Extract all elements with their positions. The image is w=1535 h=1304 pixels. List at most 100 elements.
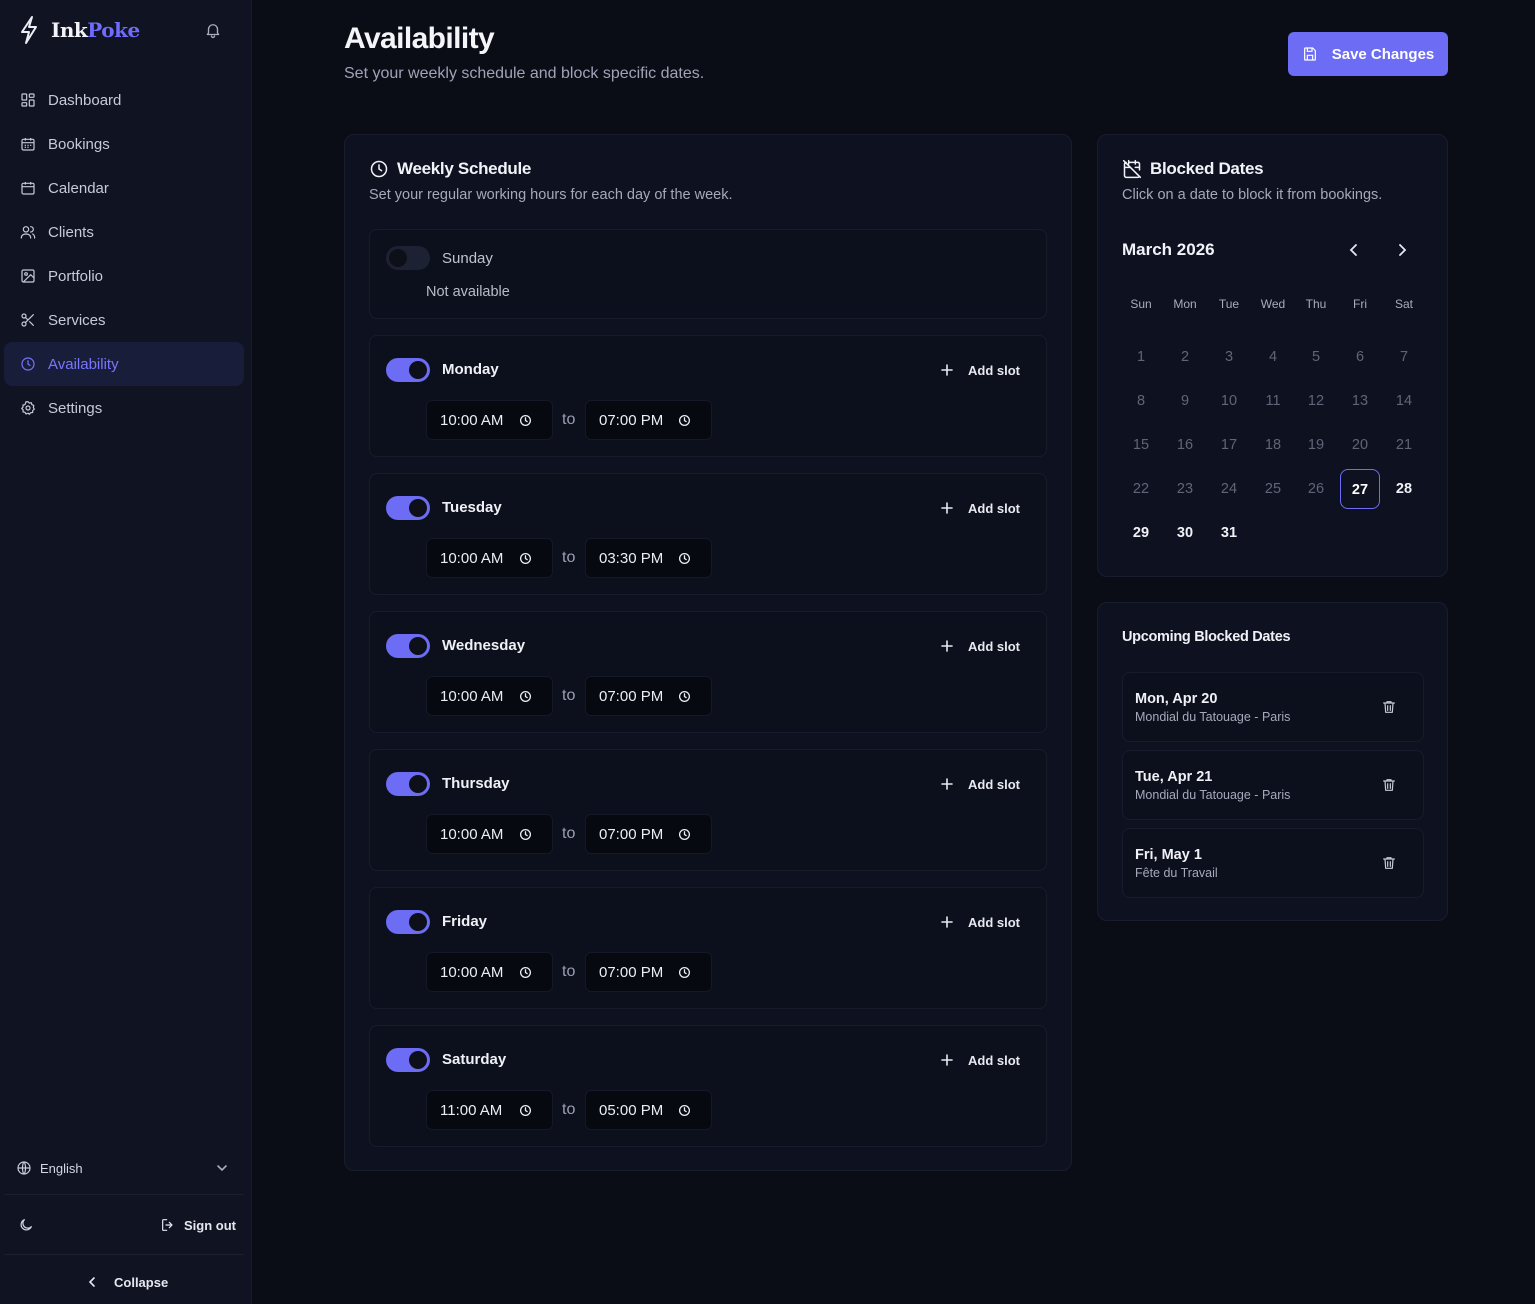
sidebar-item-portfolio[interactable]: Portfolio xyxy=(4,254,244,298)
toggle-knob xyxy=(409,361,427,379)
add-slot-label: Add slot xyxy=(968,1052,1020,1068)
start-time-input[interactable]: 11:00 AM xyxy=(426,1090,553,1130)
trash-icon[interactable] xyxy=(1381,855,1397,871)
bell-icon[interactable] xyxy=(204,21,222,39)
day-toggle-wednesday[interactable] xyxy=(386,634,430,658)
sidebar-item-label: Availability xyxy=(48,355,119,373)
language-select[interactable]: English xyxy=(16,1156,232,1180)
end-time-input[interactable]: 03:30 PM xyxy=(585,538,712,578)
calendar-day: 9 xyxy=(1180,393,1190,409)
trash-icon[interactable] xyxy=(1381,699,1397,715)
calendar-day[interactable]: 31 xyxy=(1209,513,1249,553)
start-time-input[interactable]: 10:00 AM xyxy=(426,400,553,440)
clock-icon xyxy=(519,414,532,427)
to-label: to xyxy=(562,963,576,980)
add-slot-button[interactable]: Add slot xyxy=(940,500,1020,516)
calendar-day[interactable]: 28 xyxy=(1384,469,1424,509)
calendar-day: 15 xyxy=(1132,437,1150,453)
start-time-input[interactable]: 10:00 AM xyxy=(426,814,553,854)
clock-icon xyxy=(519,552,532,565)
start-time-input[interactable]: 10:00 AM xyxy=(426,538,553,578)
brand-logo[interactable]: InkPoke xyxy=(18,14,140,46)
add-slot-button[interactable]: Add slot xyxy=(940,914,1020,930)
sign-out-button[interactable]: Sign out xyxy=(160,1215,236,1235)
end-time-input[interactable]: 07:00 PM xyxy=(585,814,712,854)
calendar-day: 16 xyxy=(1176,437,1194,453)
save-changes-label: Save Changes xyxy=(1331,45,1435,63)
calendar-day: 10 xyxy=(1220,393,1238,409)
trash-icon[interactable] xyxy=(1381,777,1397,793)
calendar-day: 21 xyxy=(1395,437,1413,453)
end-time-input[interactable]: 07:00 PM xyxy=(585,952,712,992)
end-time-value: 07:00 PM xyxy=(599,825,664,843)
add-slot-button[interactable]: Add slot xyxy=(940,638,1020,654)
chevron-left-icon[interactable] xyxy=(1347,243,1361,257)
clock-icon xyxy=(678,552,691,565)
start-time-input[interactable]: 10:00 AM xyxy=(426,952,553,992)
day-toggle-saturday[interactable] xyxy=(386,1048,430,1072)
clock-icon xyxy=(21,357,35,371)
end-time-input[interactable]: 05:00 PM xyxy=(585,1090,712,1130)
day-row-thursday: Thursday Add slot 10:00 AM to 07:00 PM xyxy=(369,749,1047,871)
end-time-input[interactable]: 07:00 PM xyxy=(585,400,712,440)
day-toggle-monday[interactable] xyxy=(386,358,430,382)
day-toggle-thursday[interactable] xyxy=(386,772,430,796)
to-label: to xyxy=(562,411,576,428)
end-time-input[interactable]: 07:00 PM xyxy=(585,676,712,716)
sign-out-icon xyxy=(162,1219,173,1231)
sidebar-divider xyxy=(4,1194,244,1195)
calendar-day[interactable]: 29 xyxy=(1121,513,1161,553)
page-subtitle: Set your weekly schedule and block speci… xyxy=(344,65,705,82)
sidebar-item-bookings[interactable]: Bookings xyxy=(4,122,244,166)
brand-name: InkPoke xyxy=(51,18,140,42)
day-toggle-sunday[interactable] xyxy=(386,246,430,270)
add-slot-button[interactable]: Add slot xyxy=(940,1052,1020,1068)
end-time-value: 03:30 PM xyxy=(599,549,664,567)
weekly-schedule-title: Weekly Schedule xyxy=(369,159,531,179)
clock-icon xyxy=(370,160,388,178)
upcoming-blocked-title: Upcoming Blocked Dates xyxy=(1122,629,1291,645)
sidebar-item-availability[interactable]: Availability xyxy=(4,342,244,386)
start-time-input[interactable]: 10:00 AM xyxy=(426,676,553,716)
sidebar-nav: Dashboard Bookings Calendar Clients Port… xyxy=(4,78,244,430)
calendar-day[interactable]: 30 xyxy=(1165,513,1205,553)
toggle-knob xyxy=(409,775,427,793)
sidebar-item-clients[interactable]: Clients xyxy=(4,210,244,254)
add-slot-button[interactable]: Add slot xyxy=(940,776,1020,792)
blocked-dates-title: Blocked Dates xyxy=(1122,159,1264,179)
sidebar-item-settings[interactable]: Settings xyxy=(4,386,244,430)
calendar-month-label: March 2026 xyxy=(1122,240,1215,259)
start-time-value: 10:00 AM xyxy=(440,549,504,567)
chevron-right-icon[interactable] xyxy=(1395,243,1409,257)
start-time-value: 10:00 AM xyxy=(440,825,504,843)
calendar-day: 20 xyxy=(1351,437,1369,453)
day-toggle-tuesday[interactable] xyxy=(386,496,430,520)
blocked-dates-title-text: Blocked Dates xyxy=(1150,159,1264,178)
sidebar-item-label: Calendar xyxy=(48,179,109,197)
clock-icon xyxy=(519,690,532,703)
sidebar-item-dashboard[interactable]: Dashboard xyxy=(4,78,244,122)
day-row-wednesday: Wednesday Add slot 10:00 AM to 07:00 PM xyxy=(369,611,1047,733)
day-toggle-friday[interactable] xyxy=(386,910,430,934)
sidebar-item-services[interactable]: Services xyxy=(4,298,244,342)
sidebar-item-calendar[interactable]: Calendar xyxy=(4,166,244,210)
save-changes-button[interactable]: Save Changes xyxy=(1288,32,1448,76)
toggle-knob xyxy=(409,637,427,655)
calendar-day: 25 xyxy=(1264,481,1282,497)
blocked-date-label: Mon, Apr 20 xyxy=(1135,691,1218,707)
moon-icon[interactable] xyxy=(18,1217,34,1233)
weekday-label: Tue xyxy=(1218,297,1240,311)
chevron-down-icon xyxy=(217,1165,227,1172)
calendar-day: 7 xyxy=(1399,349,1409,365)
calendar-day-today[interactable]: 27 xyxy=(1340,469,1380,509)
add-slot-label: Add slot xyxy=(968,914,1020,930)
image-icon xyxy=(21,269,35,283)
calendar-day: 26 xyxy=(1307,481,1325,497)
collapse-button[interactable]: Collapse xyxy=(86,1272,168,1292)
end-time-value: 07:00 PM xyxy=(599,963,664,981)
to-label: to xyxy=(562,825,576,842)
start-time-value: 10:00 AM xyxy=(440,963,504,981)
end-time-value: 07:00 PM xyxy=(599,687,664,705)
add-slot-button[interactable]: Add slot xyxy=(940,362,1020,378)
day-name: Thursday xyxy=(442,775,510,792)
